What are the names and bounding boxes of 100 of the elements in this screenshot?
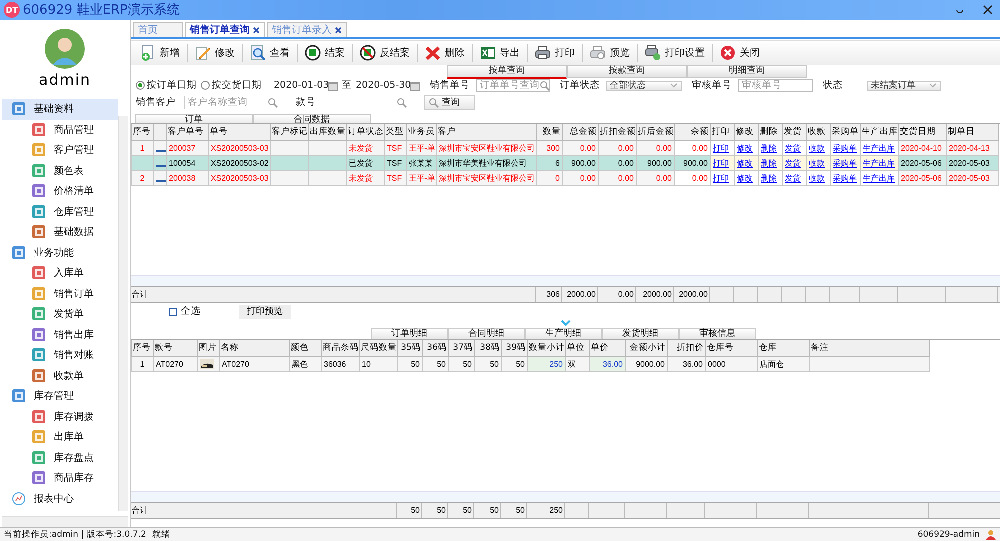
column-header[interactable]: 删除 (758, 124, 782, 140)
column-header[interactable]: 35码 (398, 340, 422, 356)
column-header[interactable]: 客户单号 (166, 124, 208, 140)
column-header[interactable]: 序号 (132, 340, 154, 356)
column-header[interactable]: 折扣价 (668, 340, 706, 356)
radio-button[interactable] (201, 81, 210, 90)
column-header[interactable]: 序号 (132, 124, 154, 140)
sidebar-item[interactable]: 价格清单 (2, 181, 118, 202)
horizontal-scrollbar[interactable] (131, 491, 1000, 502)
sidebar-group[interactable]: 基础资料 (2, 99, 118, 120)
toolbar-button[interactable]: 修改 (188, 43, 242, 63)
checkbox[interactable] (169, 308, 177, 316)
column-header[interactable]: 订单状态 (346, 124, 384, 140)
calendar-icon[interactable] (410, 80, 420, 90)
search-icon[interactable] (540, 80, 550, 90)
tab[interactable]: 按单查询 (447, 65, 567, 79)
vertical-scrollbar[interactable] (118, 116, 128, 511)
column-header[interactable]: 单价 (590, 340, 626, 356)
tab[interactable]: 按款查询 (567, 65, 687, 78)
table-row[interactable]: 1 AT0270 AT0270 黑色 36036 10 50 50 50 50 50 250 双 36.00 9000.00 36.00 0000 店面仓 (132, 356, 930, 372)
toolbar-button[interactable]: 删除 (418, 43, 472, 63)
tab[interactable]: 销售订单查询 (185, 22, 265, 37)
sidebar-item[interactable]: 基础数据 (2, 222, 118, 242)
column-header[interactable]: 客户 (436, 124, 536, 140)
toolbar-button[interactable]: 预览 (583, 43, 637, 63)
calendar-icon[interactable] (328, 80, 338, 90)
column-header[interactable]: 发货 (782, 124, 806, 140)
column-header[interactable]: 37码 (448, 340, 474, 356)
toolbar-button[interactable]: 查看 (243, 43, 297, 63)
search-icon[interactable] (268, 98, 278, 108)
sidebar-item[interactable]: 商品库存 (2, 468, 118, 488)
close-icon[interactable] (982, 4, 994, 16)
sidebar-item[interactable]: 库存调拨 (2, 406, 118, 427)
dropdown[interactable]: 全部状态 (606, 80, 682, 90)
column-header[interactable]: 出库数量 (308, 124, 346, 140)
column-header[interactable]: 类型 (384, 124, 406, 140)
column-header[interactable]: 商品条码 (322, 340, 360, 356)
column-header[interactable]: 名称 (220, 340, 290, 356)
column-header[interactable]: 金额小计 (626, 340, 668, 356)
column-header[interactable]: 折后金额 (636, 124, 674, 140)
column-header[interactable]: 总金额 (562, 124, 598, 140)
caret-icon[interactable] (929, 82, 937, 88)
toolbar-button[interactable]: 打印设置 (638, 43, 712, 63)
column-header[interactable]: 36码 (422, 340, 448, 356)
toolbar-button[interactable]: 新增 (133, 43, 187, 63)
table-row[interactable]: 100054 XS20200503-02 已发货 TSF 张某某 深圳市华美鞋业有限公司 6 900.00 0.00 900.00 900.00 打印 修改 删除 发货 收款 采购单 生产出库 2020-05-06 2020-05-03 (132, 156, 998, 170)
chevron-icon[interactable] (560, 320, 570, 327)
toolbar-button[interactable]: 关闭 (713, 43, 767, 63)
column-header[interactable]: 图片 (198, 340, 220, 356)
column-header[interactable]: 颜色 (290, 340, 322, 356)
column-header[interactable]: 制单日 (946, 124, 998, 140)
radio-button[interactable] (136, 81, 145, 90)
horizontal-scrollbar[interactable] (131, 275, 1000, 286)
tab[interactable]: 明细查询 (687, 65, 807, 78)
sidebar-item[interactable]: 报表中心 (2, 488, 118, 509)
column-header[interactable]: 交货日期 (898, 124, 946, 140)
sidebar-item[interactable]: 销售出库 (2, 324, 118, 345)
column-header[interactable]: 收款 (806, 124, 830, 140)
column-header[interactable]: 打印 (710, 124, 734, 140)
dropdown[interactable]: 未结案订单 (867, 80, 941, 90)
column-header[interactable]: 数量 (536, 124, 562, 140)
sidebar-item[interactable]: 颜色表 (2, 160, 118, 181)
column-header[interactable]: 仓库号 (706, 340, 758, 356)
close-icon[interactable] (335, 26, 342, 34)
search-icon[interactable] (397, 98, 407, 108)
search-icon[interactable] (429, 98, 439, 108)
column-header[interactable]: 备注 (810, 340, 930, 356)
horizontal-scrollbar[interactable] (2, 516, 128, 527)
column-header[interactable]: 38码 (474, 340, 502, 356)
table-row[interactable]: 1 200037 XS20200503-03 未发货 TSF 王平-单 深圳市宝安区鞋业有限公司 300 0.00 0.00 0.00 0.00 打印 修改 删除 发货 收款 采购单 生产出库 2020-04-10 2020-04-13 (132, 140, 998, 156)
table-row[interactable]: 2 200038 XS20200503-03 未发货 TSF 王平-单 深圳市宝安区鞋业有限公司 0 0.00 0.00 0.00 0.00 打印 修改 删除 发货 收款 采购单 生产出库 2020-05-06 2020-05-03 (132, 170, 998, 186)
toolbar-button[interactable]: 打印 (528, 43, 582, 63)
column-header[interactable]: 款号 (154, 340, 198, 356)
sidebar-item[interactable]: 库存盘点 (2, 448, 118, 468)
column-header[interactable]: 修改 (734, 124, 758, 140)
column-header[interactable]: 单位 (566, 340, 590, 356)
column-header[interactable]: 折扣金额 (598, 124, 636, 140)
sidebar-item[interactable]: 商品管理 (2, 120, 118, 140)
column-header[interactable]: 仓库 (758, 340, 810, 356)
sidebar-item[interactable]: 销售对账 (2, 345, 118, 366)
sidebar-item[interactable]: 出库单 (2, 427, 118, 448)
print-preview-button[interactable]: 打印预览 (239, 304, 291, 318)
column-header[interactable]: 客户标记 (270, 124, 308, 140)
sidebar-item[interactable]: 入库单 (2, 263, 118, 284)
caret-icon[interactable] (670, 82, 678, 88)
toolbar-button[interactable]: 反结案 (353, 43, 417, 63)
toolbar-button[interactable]: 结案 (298, 43, 352, 63)
toolbar-button[interactable]: 导出 (473, 43, 527, 63)
query-button[interactable]: 查询 (424, 95, 475, 110)
column-header[interactable]: 余额 (674, 124, 710, 140)
column-header[interactable]: 尺码数量 (360, 340, 398, 356)
sidebar-item[interactable]: 发货单 (2, 304, 118, 324)
sidebar-group[interactable]: 业务功能 (2, 242, 118, 263)
sidebar-item[interactable]: 仓库管理 (2, 202, 118, 222)
close-icon[interactable] (253, 26, 260, 34)
column-header[interactable]: 39码 (502, 340, 528, 356)
column-header[interactable]: 生产出库 (860, 124, 898, 140)
column-header[interactable]: 采购单 (830, 124, 860, 140)
column-header[interactable]: 数量小计 (528, 340, 566, 356)
column-header[interactable]: 业务员 (406, 124, 436, 140)
